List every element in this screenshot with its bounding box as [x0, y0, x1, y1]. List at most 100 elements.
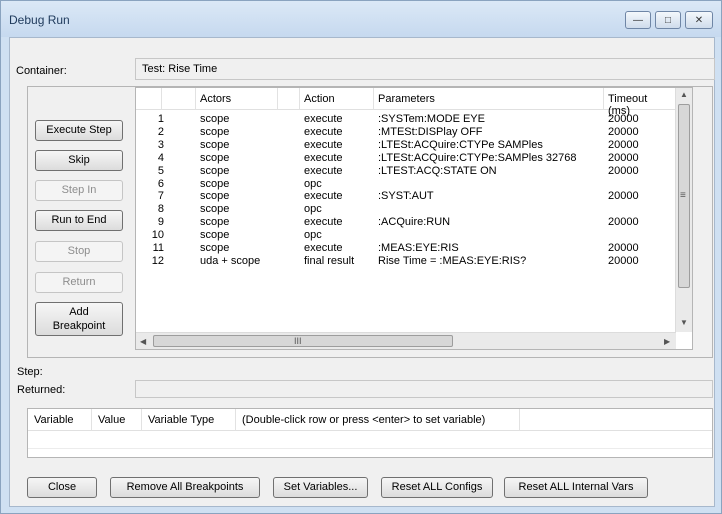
column-header-action[interactable]: Action — [300, 88, 374, 110]
cell-actor: scope — [200, 164, 230, 177]
column-header-index[interactable] — [136, 88, 162, 110]
variables-empty-row[interactable] — [28, 431, 712, 449]
cell-num: 5 — [157, 164, 164, 177]
cell-num: 7 — [157, 190, 164, 203]
cell-params: :LTESt:ACQuire:CTYPe SAMPles — [378, 138, 543, 151]
cell-num: 12 — [151, 254, 164, 267]
column-header-parameters[interactable]: Parameters — [374, 88, 604, 110]
cell-params: :SYSTem:MODE EYE — [378, 113, 485, 125]
steps-table[interactable]: Actors Action Parameters Timeout (ms) 1 s… — [135, 87, 693, 350]
skip-button[interactable]: Skip — [35, 150, 123, 171]
set-variables-button[interactable]: Set Variables... — [273, 477, 368, 498]
cell-action: execute — [304, 190, 343, 203]
table-row[interactable]: 1 scope execute:SYSTem:MODE EYE 20000 — [136, 113, 676, 126]
table-row[interactable]: 10 scope opc — [136, 229, 676, 242]
cell-timeout: 20000 — [608, 254, 639, 267]
column-header-instructions: (Double-click row or press <enter> to se… — [236, 409, 520, 431]
cell-params: :LTEST:ACQ:STATE ON — [378, 164, 497, 177]
cell-num: 8 — [157, 203, 164, 216]
window-title: Debug Run — [9, 13, 70, 27]
scroll-down-icon[interactable]: ▼ — [680, 318, 688, 327]
vertical-scrollbar[interactable]: ▲ ≡ ▼ — [675, 88, 692, 332]
scroll-right-icon[interactable]: ▶ — [664, 337, 670, 346]
run-to-end-button[interactable]: Run to End — [35, 210, 123, 231]
table-row[interactable]: 11 scope execute:MEAS:EYE:RIS 20000 — [136, 242, 676, 255]
cell-action: execute — [304, 216, 343, 229]
add-breakpoint-button[interactable]: Add Breakpoint — [35, 302, 123, 336]
cell-timeout: 20000 — [608, 138, 639, 151]
variables-table[interactable]: Variable Value Variable Type (Double-cli… — [27, 408, 713, 458]
cell-action: final result — [304, 254, 355, 267]
maximize-button[interactable]: □ — [655, 11, 681, 29]
cell-num: 3 — [157, 138, 164, 151]
table-row[interactable]: 8 scope opc — [136, 203, 676, 216]
cell-actor: scope — [200, 177, 230, 190]
cell-timeout: 20000 — [608, 216, 639, 229]
cell-num: 2 — [157, 125, 164, 138]
table-row[interactable]: 7 scope execute:SYST:AUT 20000 — [136, 190, 676, 203]
table-row[interactable]: 12 uda + scope final result Rise Time = :ME… — [136, 255, 676, 268]
grip-h-icon: III — [294, 336, 302, 346]
close-window-button[interactable]: ✕ — [685, 11, 713, 29]
table-row[interactable]: 9 scope execute:ACQuire:RUN 20000 — [136, 216, 676, 229]
remove-all-breakpoints-button[interactable]: Remove All Breakpoints — [110, 477, 260, 498]
minimize-icon: — — [633, 14, 643, 26]
cell-action: execute — [304, 113, 343, 125]
cell-actor: scope — [200, 113, 230, 125]
cell-num: 1 — [157, 113, 164, 125]
table-row[interactable]: 6 scope opc — [136, 178, 676, 191]
cell-num: 6 — [157, 177, 164, 190]
cell-action: execute — [304, 138, 343, 151]
horizontal-scrollbar[interactable]: ◀ III ▶ — [136, 332, 676, 349]
step-in-button[interactable]: Step In — [35, 180, 123, 201]
cell-num: 11 — [152, 242, 164, 254]
cell-params: :ACQuire:RUN — [378, 216, 451, 229]
table-row[interactable]: 3 scope execute :LTESt:ACQuire:CTYPe SAMPle… — [136, 139, 676, 152]
table-row[interactable]: 4 scope execute :LTESt:ACQuire:CTYPe:SAMPle… — [136, 152, 676, 165]
cell-actor: scope — [200, 203, 230, 216]
cell-timeout: 20000 — [608, 242, 639, 254]
maximize-icon: □ — [664, 14, 672, 26]
cell-timeout: 20000 — [608, 151, 639, 164]
stop-button[interactable]: Stop — [35, 241, 123, 262]
cell-params: Rise Time = :MEAS:EYE:RIS? — [378, 254, 527, 267]
cell-actor: scope — [200, 229, 230, 242]
return-button[interactable]: Return — [35, 272, 123, 293]
close-icon: ✕ — [694, 14, 704, 26]
add-breakpoint-label-line1: Add — [69, 306, 89, 318]
cell-num: 9 — [157, 216, 164, 229]
horizontal-scroll-thumb[interactable] — [153, 335, 453, 347]
scroll-up-icon[interactable]: ▲ — [680, 90, 688, 99]
cell-actor: scope — [200, 138, 230, 151]
minimize-button[interactable]: — — [625, 11, 651, 29]
column-header-spacer — [278, 88, 300, 110]
cell-num: 4 — [157, 151, 164, 164]
cell-actor: scope — [200, 242, 230, 254]
table-row[interactable]: 5 scope execute:LTEST:ACQ:STATE ON 20000 — [136, 165, 676, 178]
reset-all-internal-vars-button[interactable]: Reset ALL Internal Vars — [504, 477, 648, 498]
cell-timeout: 20000 — [608, 190, 639, 203]
execute-step-button[interactable]: Execute Step — [35, 120, 123, 141]
column-header-marker[interactable] — [162, 88, 196, 110]
cell-action: execute — [304, 151, 343, 164]
column-header-variable-type[interactable]: Variable Type — [142, 409, 236, 431]
column-header-actors[interactable]: Actors — [196, 88, 278, 110]
returned-field — [135, 380, 713, 398]
table-row[interactable]: 2 scope execute:MTESt:DISPlay OFF 20000 — [136, 126, 676, 139]
title-bar: Debug Run — □ ✕ — [1, 1, 721, 37]
dialog-body: Container: Test: Rise Time Execute Step … — [9, 37, 715, 507]
returned-label: Returned: — [17, 384, 66, 396]
scroll-left-icon[interactable]: ◀ — [140, 337, 146, 346]
cell-actor: scope — [200, 125, 230, 138]
cell-params: :LTESt:ACQuire:CTYPe:SAMPles 32768 — [378, 151, 577, 164]
cell-actor: scope — [200, 151, 230, 164]
column-header-value[interactable]: Value — [92, 409, 142, 431]
column-header-variable[interactable]: Variable — [28, 409, 92, 431]
close-button[interactable]: Close — [27, 477, 97, 498]
cell-action: opc — [304, 203, 322, 216]
reset-all-configs-button[interactable]: Reset ALL Configs — [381, 477, 493, 498]
cell-action: execute — [304, 164, 343, 177]
cell-action: opc — [304, 177, 322, 190]
column-header-timeout[interactable]: Timeout (ms) — [604, 88, 676, 117]
container-label: Container: — [16, 65, 67, 77]
